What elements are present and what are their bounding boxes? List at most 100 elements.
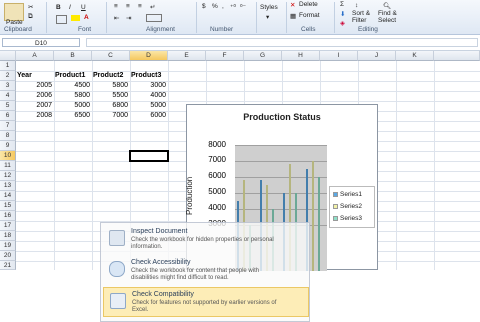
column-header[interactable]: F: [206, 51, 244, 61]
select-all-corner[interactable]: [0, 51, 16, 61]
row-header[interactable]: 8: [0, 131, 16, 141]
menu-item-check-accessibility[interactable]: Check Accessibility Check the workbook f…: [103, 256, 309, 286]
row-header[interactable]: 21: [0, 261, 16, 270]
column-header[interactable]: D: [130, 51, 168, 61]
table-header-cell[interactable]: Product1: [55, 71, 91, 81]
row-header[interactable]: 9: [0, 141, 16, 151]
comma-format-button[interactable]: ,: [222, 3, 224, 10]
row-header[interactable]: 13: [0, 181, 16, 191]
row-header[interactable]: 11: [0, 161, 16, 171]
format-button[interactable]: Format: [299, 12, 320, 19]
table-cell[interactable]: 6500: [55, 111, 90, 121]
sum-icon[interactable]: Σ: [340, 1, 344, 8]
formula-input[interactable]: [86, 38, 478, 47]
table-cell[interactable]: 2005: [17, 81, 52, 91]
bar-series2-4[interactable]: [312, 161, 314, 271]
fill-color-icon[interactable]: [71, 15, 80, 21]
row-header[interactable]: 19: [0, 241, 16, 251]
chart-title[interactable]: Production Status: [187, 112, 377, 122]
row-header[interactable]: 1: [0, 61, 16, 71]
row-header[interactable]: 2: [0, 71, 16, 81]
align-left-icon[interactable]: ≡: [114, 3, 118, 10]
table-cell[interactable]: 3000: [131, 81, 166, 91]
column-header-blank[interactable]: [434, 51, 480, 61]
bold-button[interactable]: B: [56, 4, 61, 11]
currency-format-button[interactable]: $: [202, 3, 206, 10]
row-header[interactable]: 6: [0, 111, 16, 121]
active-cell-selection[interactable]: [129, 150, 169, 162]
worksheet[interactable]: A B C D E F G H I J K 1 2 3 4 5 6 7 8 9 …: [0, 51, 480, 322]
delete-button[interactable]: Delete: [299, 1, 318, 8]
row-header[interactable]: 18: [0, 231, 16, 241]
font-color-icon[interactable]: A: [84, 14, 89, 21]
row-header[interactable]: 5: [0, 101, 16, 111]
column-header[interactable]: B: [54, 51, 92, 61]
table-header-cell[interactable]: Product3: [131, 71, 167, 81]
format-icon[interactable]: ▦: [290, 12, 296, 20]
table-cell[interactable]: 6800: [93, 101, 128, 111]
row-header[interactable]: 14: [0, 191, 16, 201]
underline-button[interactable]: U: [81, 4, 86, 11]
sort-filter-label-1[interactable]: Sort &: [352, 10, 370, 17]
row-header[interactable]: 3: [0, 81, 16, 91]
cut-icon[interactable]: ✂: [28, 3, 33, 11]
table-cell[interactable]: 2007: [17, 101, 52, 111]
column-header[interactable]: K: [396, 51, 434, 61]
table-cell[interactable]: 6000: [131, 111, 166, 121]
column-header[interactable]: J: [358, 51, 396, 61]
chart-legend[interactable]: Series1 Series2 Series3: [329, 186, 375, 228]
table-cell[interactable]: 5800: [93, 81, 128, 91]
decrease-decimal-icon[interactable]: ⁰⁻: [240, 3, 246, 11]
table-cell[interactable]: 7000: [93, 111, 128, 121]
bar-series3-4[interactable]: [318, 177, 320, 271]
table-header-cell[interactable]: Product2: [93, 71, 129, 81]
styles-button[interactable]: Styles: [260, 4, 278, 11]
copy-icon[interactable]: ⧉: [28, 13, 33, 21]
column-header[interactable]: G: [244, 51, 282, 61]
find-select-label-2[interactable]: Select: [378, 17, 396, 24]
wrap-text-icon[interactable]: ↵: [150, 3, 155, 11]
chevron-down-icon[interactable]: ▾: [266, 13, 269, 21]
align-right-icon[interactable]: ≡: [138, 3, 142, 10]
table-cell[interactable]: 2008: [17, 111, 52, 121]
increase-decimal-icon[interactable]: ⁺⁰: [230, 3, 236, 11]
row-header[interactable]: 10: [0, 151, 16, 161]
align-center-icon[interactable]: ≡: [126, 3, 130, 10]
row-header[interactable]: 20: [0, 251, 16, 261]
sort-filter-icon[interactable]: ↕: [355, 2, 358, 9]
italic-button[interactable]: I: [69, 4, 71, 11]
column-header[interactable]: E: [168, 51, 206, 61]
row-header[interactable]: 16: [0, 211, 16, 221]
column-header[interactable]: I: [320, 51, 358, 61]
table-cell[interactable]: 5000: [131, 101, 166, 111]
row-header[interactable]: 4: [0, 91, 16, 101]
menu-item-check-compatibility[interactable]: Check Compatibility Check for features n…: [103, 287, 309, 317]
table-cell[interactable]: 2006: [17, 91, 52, 101]
find-select-icon[interactable]: 🔍︎: [383, 2, 391, 10]
row-header[interactable]: 17: [0, 221, 16, 231]
borders-icon[interactable]: [56, 15, 67, 24]
table-cell[interactable]: 5000: [55, 101, 90, 111]
table-cell[interactable]: 4000: [131, 91, 166, 101]
table-cell[interactable]: 5500: [93, 91, 128, 101]
table-cell[interactable]: 4500: [55, 81, 90, 91]
paste-button-label[interactable]: Paste: [6, 19, 23, 26]
name-box[interactable]: D10: [2, 38, 80, 47]
decrease-indent-icon[interactable]: ⇤: [114, 14, 119, 22]
menu-item-inspect-document[interactable]: Inspect Document Check the workbook for …: [103, 225, 309, 255]
column-header[interactable]: C: [92, 51, 130, 61]
row-header[interactable]: 12: [0, 171, 16, 181]
table-header-cell[interactable]: Year: [17, 71, 53, 81]
sort-filter-label-2[interactable]: Filter: [352, 17, 366, 24]
increase-indent-icon[interactable]: ⇥: [126, 14, 131, 22]
merge-center-icon[interactable]: [146, 14, 162, 22]
column-header[interactable]: A: [16, 51, 54, 61]
column-header[interactable]: H: [282, 51, 320, 61]
row-header[interactable]: 15: [0, 201, 16, 211]
fill-icon[interactable]: ⬇: [340, 10, 345, 18]
find-select-label-1[interactable]: Find &: [378, 10, 397, 17]
percent-format-button[interactable]: %: [212, 3, 218, 10]
table-cell[interactable]: 5800: [55, 91, 90, 101]
clear-icon[interactable]: ◈: [340, 19, 345, 27]
delete-icon[interactable]: ✕: [290, 1, 295, 9]
